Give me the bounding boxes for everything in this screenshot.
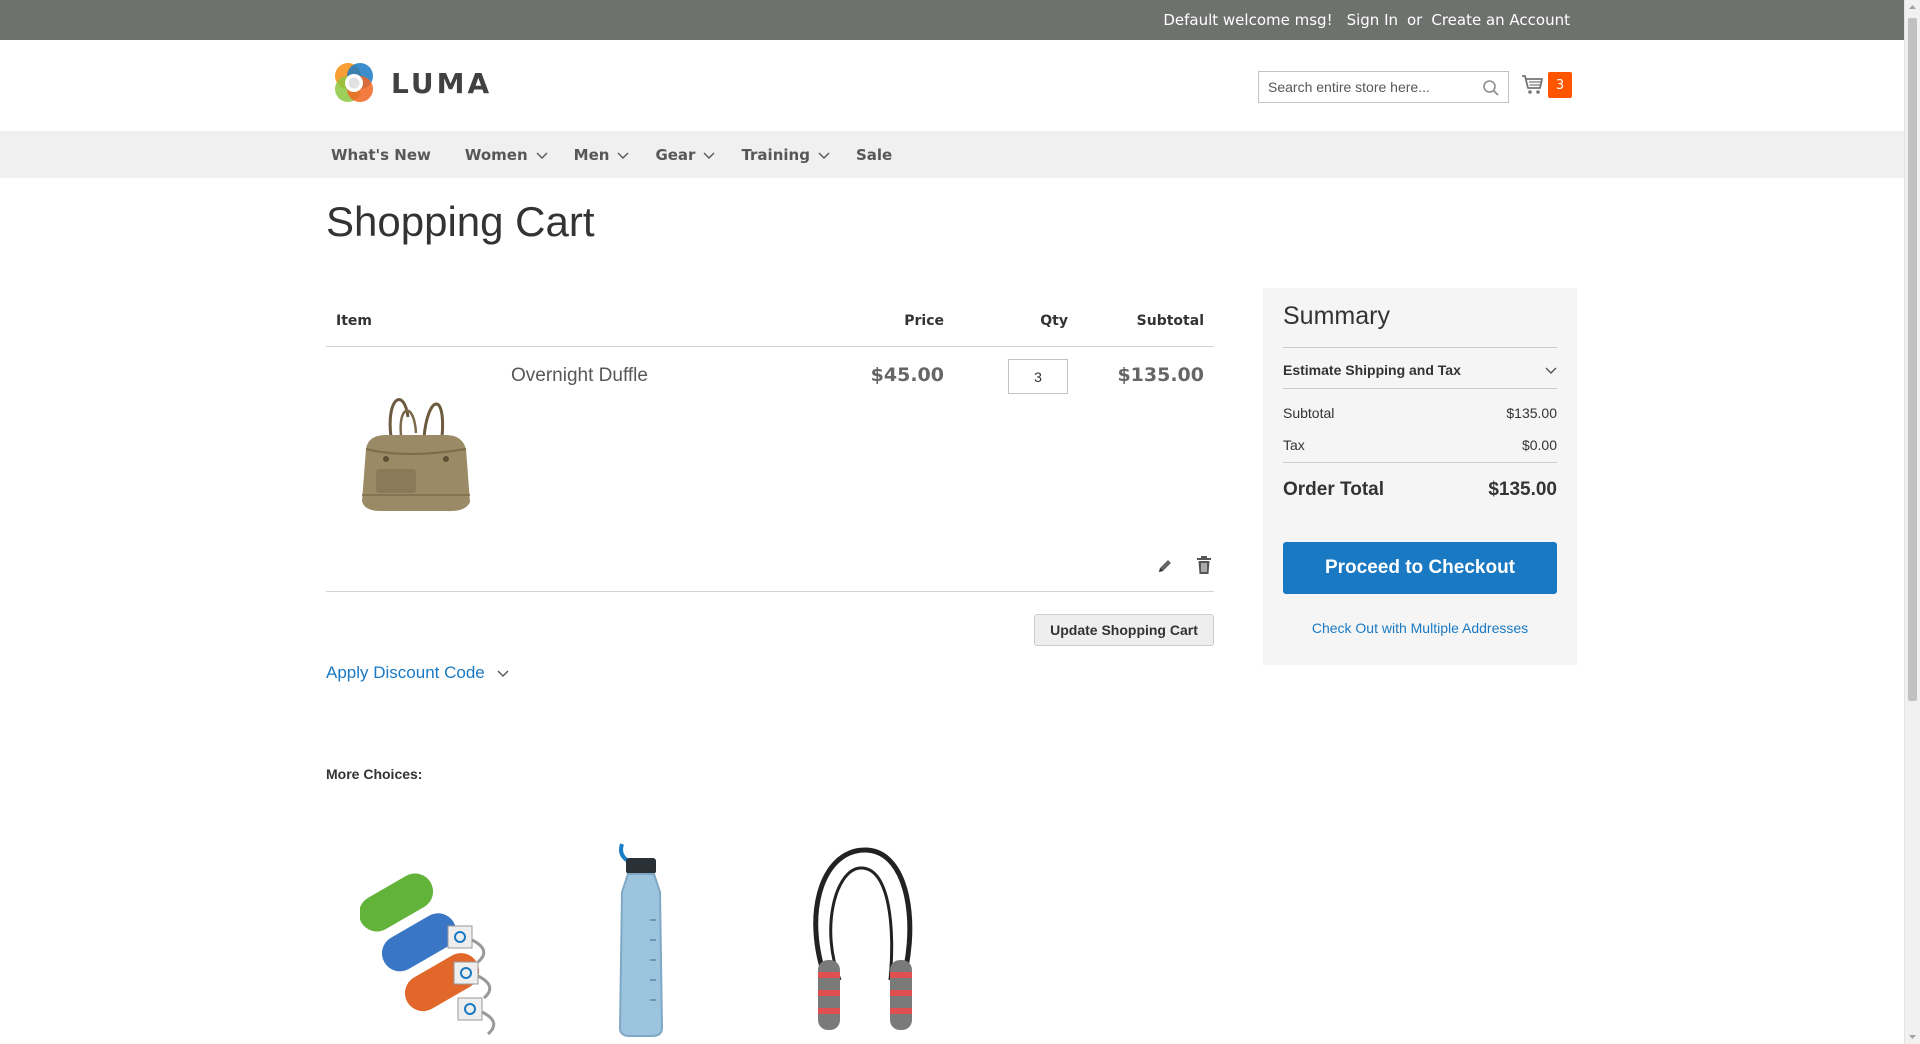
nav-item-label: What's New — [331, 145, 431, 164]
apply-discount-toggle[interactable]: Apply Discount Code — [326, 663, 509, 683]
proceed-to-checkout-button[interactable]: Proceed to Checkout — [1283, 542, 1557, 594]
column-header-subtotal: Subtotal — [1136, 313, 1204, 329]
nav-item-men[interactable]: Men — [574, 146, 630, 164]
product-image-water-bottle[interactable] — [570, 840, 720, 1040]
nav-item-gear[interactable]: Gear — [655, 146, 715, 164]
nav-item-label: Training — [741, 145, 810, 164]
scroll-down-arrow-icon[interactable] — [1908, 1032, 1917, 1041]
chevron-down-icon — [818, 152, 830, 159]
cart-count-badge: 3 — [1548, 72, 1572, 98]
product-image-duffle-bag[interactable] — [346, 377, 481, 517]
order-total-value: $135.00 — [1488, 479, 1557, 500]
nav-item-label: Women — [464, 145, 528, 164]
product-price: $45.00 — [870, 364, 944, 386]
product-image-yoga-straps[interactable] — [360, 840, 510, 1040]
column-header-item: Item — [336, 313, 372, 329]
cart-table-header: Item Price Qty Subtotal — [326, 300, 1214, 347]
sign-in-link[interactable]: Sign In — [1347, 11, 1398, 29]
main-nav: What's New Women Men Gear Training Sale — [0, 131, 1904, 178]
welcome-message: Default welcome msg! — [1163, 11, 1333, 29]
chevron-down-icon — [536, 152, 548, 159]
summary-title: Summary — [1283, 302, 1390, 330]
product-name-link[interactable]: Overnight Duffle — [511, 365, 648, 387]
more-choices-title: More Choices: — [326, 766, 423, 782]
divider — [1283, 462, 1557, 463]
summary-tax-label: Tax — [1283, 437, 1305, 453]
nav-item-training[interactable]: Training — [741, 145, 830, 164]
edit-pencil-icon[interactable] — [1156, 557, 1174, 575]
product-subtotal: $135.00 — [1117, 364, 1204, 386]
chevron-down-icon — [703, 152, 715, 159]
create-account-link[interactable]: Create an Account — [1431, 11, 1570, 29]
summary-subtotal-value: $135.00 — [1506, 405, 1557, 421]
header-links: Default welcome msg! Sign In or Create a… — [1163, 0, 1570, 40]
nav-item-label: Men — [573, 145, 610, 164]
logo[interactable]: LUMA — [331, 60, 492, 106]
page-title: Shopping Cart — [326, 198, 595, 245]
chevron-down-icon — [497, 670, 509, 677]
minicart[interactable]: 3 — [1521, 72, 1572, 98]
nav-item-label: Gear — [655, 145, 696, 164]
column-header-price: Price — [904, 313, 944, 329]
cart-table: Item Price Qty Subtotal Overnight Duffle… — [326, 300, 1214, 592]
nav-item-sale[interactable]: Sale — [856, 146, 892, 164]
chevron-down-icon — [617, 152, 629, 159]
multiple-addresses-link[interactable]: Check Out with Multiple Addresses — [1283, 620, 1557, 636]
nav-item-label: Sale — [855, 145, 893, 164]
scrollbar-thumb[interactable] — [1908, 18, 1917, 701]
product-image-jump-rope[interactable] — [790, 840, 940, 1040]
apply-discount-label: Apply Discount Code — [326, 663, 485, 682]
column-header-qty: Qty — [1040, 313, 1068, 329]
vertical-scrollbar[interactable] — [1904, 0, 1920, 1044]
luma-logo-icon — [335, 63, 373, 102]
nav-item-whats-new[interactable]: What's New — [331, 146, 431, 164]
order-total-label: Order Total — [1283, 479, 1384, 500]
scroll-up-arrow-icon[interactable] — [1908, 3, 1917, 12]
search-input[interactable] — [1259, 72, 1474, 102]
logo-text: LUMA — [391, 66, 493, 100]
top-panel: Default welcome msg! Sign In or Create a… — [0, 0, 1904, 40]
summary-subtotal-label: Subtotal — [1283, 405, 1335, 421]
trash-icon[interactable] — [1195, 555, 1213, 575]
or-text: or — [1407, 11, 1423, 29]
order-total-row: Order Total $135.00 — [1283, 479, 1557, 501]
search-box — [1258, 71, 1509, 103]
nav-item-women[interactable]: Women — [465, 146, 548, 164]
summary-subtotal-row: Subtotal $135.00 — [1283, 405, 1557, 421]
summary-tax-value: $0.00 — [1521, 437, 1557, 453]
cart-item-row: Overnight Duffle $45.00 $135.00 — [326, 347, 1214, 592]
cart-summary: Summary Estimate Shipping and Tax Subtot… — [1263, 288, 1577, 665]
search-icon[interactable] — [1482, 79, 1500, 97]
quantity-input[interactable] — [1008, 359, 1068, 394]
summary-tax-row: Tax $0.00 — [1283, 437, 1557, 453]
chevron-down-icon — [1545, 367, 1557, 374]
divider — [1283, 347, 1557, 348]
update-shopping-cart-button[interactable]: Update Shopping Cart — [1034, 614, 1214, 646]
divider — [1283, 388, 1557, 389]
cart-icon — [1522, 75, 1543, 94]
estimate-shipping-label: Estimate Shipping and Tax — [1283, 362, 1461, 378]
estimate-shipping-toggle[interactable]: Estimate Shipping and Tax — [1283, 350, 1557, 390]
